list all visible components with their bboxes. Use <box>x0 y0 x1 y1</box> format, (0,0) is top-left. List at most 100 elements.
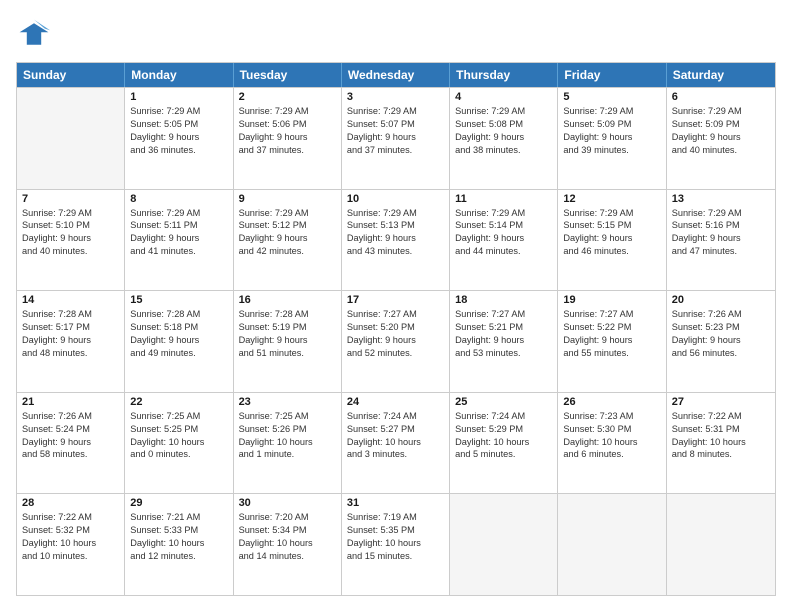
day-cell-15: 15 Sunrise: 7:28 AM Sunset: 5:18 PM Dayli… <box>125 291 233 392</box>
day-cell-24: 24 Sunrise: 7:24 AM Sunset: 5:27 PM Dayli… <box>342 393 450 494</box>
header-day-wednesday: Wednesday <box>342 63 450 87</box>
day-cell-8: 8Sunrise: 7:29 AM Sunset: 5:11 PM Daylig… <box>125 190 233 291</box>
header <box>16 16 776 52</box>
day-number: 2 <box>239 91 336 103</box>
day-info: Sunrise: 7:22 AM Sunset: 5:32 PM Dayligh… <box>22 511 119 563</box>
day-cell-22: 22 Sunrise: 7:25 AM Sunset: 5:25 PM Dayli… <box>125 393 233 494</box>
empty-cell <box>667 494 775 595</box>
day-info: Sunrise: 7:29 AM Sunset: 5:07 PM Dayligh… <box>347 105 444 157</box>
day-info: Sunrise: 7:28 AM Sunset: 5:18 PM Dayligh… <box>130 308 227 360</box>
empty-cell <box>450 494 558 595</box>
day-info: Sunrise: 7:27 AM Sunset: 5:21 PM Dayligh… <box>455 308 552 360</box>
day-info: Sunrise: 7:24 AM Sunset: 5:27 PM Dayligh… <box>347 410 444 462</box>
day-info: Sunrise: 7:29 AM Sunset: 5:14 PM Dayligh… <box>455 207 552 259</box>
logo <box>16 16 56 52</box>
day-info: Sunrise: 7:28 AM Sunset: 5:17 PM Dayligh… <box>22 308 119 360</box>
day-cell-29: 29 Sunrise: 7:21 AM Sunset: 5:33 PM Dayli… <box>125 494 233 595</box>
calendar-body: 1 Sunrise: 7:29 AM Sunset: 5:05 PM Daylig… <box>17 87 775 595</box>
header-day-monday: Monday <box>125 63 233 87</box>
logo-icon <box>16 16 52 52</box>
page: SundayMondayTuesdayWednesdayThursdayFrid… <box>0 0 792 612</box>
day-cell-27: 27 Sunrise: 7:22 AM Sunset: 5:31 PM Dayli… <box>667 393 775 494</box>
header-day-saturday: Saturday <box>667 63 775 87</box>
day-number: 21 <box>22 396 119 408</box>
day-number: 13 <box>672 193 770 205</box>
day-cell-9: 9 Sunrise: 7:29 AM Sunset: 5:12 PM Daylig… <box>234 190 342 291</box>
day-number: 24 <box>347 396 444 408</box>
day-info: Sunrise: 7:29 AM Sunset: 5:12 PM Dayligh… <box>239 207 336 259</box>
day-number: 17 <box>347 294 444 306</box>
day-info: Sunrise: 7:29 AM Sunset: 5:08 PM Dayligh… <box>455 105 552 157</box>
day-info: Sunrise: 7:29 AM Sunset: 5:06 PM Dayligh… <box>239 105 336 157</box>
day-info: Sunrise: 7:29 AM Sunset: 5:10 PM Dayligh… <box>22 207 119 259</box>
day-cell-25: 25 Sunrise: 7:24 AM Sunset: 5:29 PM Dayli… <box>450 393 558 494</box>
day-cell-19: 19Sunrise: 7:27 AM Sunset: 5:22 PM Dayli… <box>558 291 666 392</box>
calendar: SundayMondayTuesdayWednesdayThursdayFrid… <box>16 62 776 596</box>
day-cell-26: 26 Sunrise: 7:23 AM Sunset: 5:30 PM Dayli… <box>558 393 666 494</box>
empty-cell <box>17 88 125 189</box>
day-number: 28 <box>22 497 119 509</box>
day-cell-13: 13 Sunrise: 7:29 AM Sunset: 5:16 PM Dayli… <box>667 190 775 291</box>
day-cell-1: 1 Sunrise: 7:29 AM Sunset: 5:05 PM Daylig… <box>125 88 233 189</box>
day-number: 22 <box>130 396 227 408</box>
day-cell-11: 11 Sunrise: 7:29 AM Sunset: 5:14 PM Dayli… <box>450 190 558 291</box>
day-number: 9 <box>239 193 336 205</box>
day-info: Sunrise: 7:21 AM Sunset: 5:33 PM Dayligh… <box>130 511 227 563</box>
day-cell-31: 31Sunrise: 7:19 AM Sunset: 5:35 PM Dayli… <box>342 494 450 595</box>
day-cell-12: 12 Sunrise: 7:29 AM Sunset: 5:15 PM Dayli… <box>558 190 666 291</box>
day-number: 15 <box>130 294 227 306</box>
header-day-thursday: Thursday <box>450 63 558 87</box>
week-row-3: 14 Sunrise: 7:28 AM Sunset: 5:17 PM Dayli… <box>17 290 775 392</box>
header-day-friday: Friday <box>558 63 666 87</box>
week-row-1: 1 Sunrise: 7:29 AM Sunset: 5:05 PM Daylig… <box>17 87 775 189</box>
day-number: 12 <box>563 193 660 205</box>
week-row-4: 21 Sunrise: 7:26 AM Sunset: 5:24 PM Dayli… <box>17 392 775 494</box>
day-info: Sunrise: 7:25 AM Sunset: 5:25 PM Dayligh… <box>130 410 227 462</box>
day-number: 10 <box>347 193 444 205</box>
day-number: 1 <box>130 91 227 103</box>
day-number: 20 <box>672 294 770 306</box>
day-cell-4: 4 Sunrise: 7:29 AM Sunset: 5:08 PM Daylig… <box>450 88 558 189</box>
day-cell-10: 10Sunrise: 7:29 AM Sunset: 5:13 PM Dayli… <box>342 190 450 291</box>
day-info: Sunrise: 7:24 AM Sunset: 5:29 PM Dayligh… <box>455 410 552 462</box>
day-number: 31 <box>347 497 444 509</box>
day-info: Sunrise: 7:26 AM Sunset: 5:24 PM Dayligh… <box>22 410 119 462</box>
day-cell-2: 2 Sunrise: 7:29 AM Sunset: 5:06 PM Daylig… <box>234 88 342 189</box>
day-info: Sunrise: 7:29 AM Sunset: 5:16 PM Dayligh… <box>672 207 770 259</box>
day-info: Sunrise: 7:25 AM Sunset: 5:26 PM Dayligh… <box>239 410 336 462</box>
day-number: 23 <box>239 396 336 408</box>
header-day-tuesday: Tuesday <box>234 63 342 87</box>
header-day-sunday: Sunday <box>17 63 125 87</box>
day-number: 14 <box>22 294 119 306</box>
day-cell-30: 30Sunrise: 7:20 AM Sunset: 5:34 PM Dayli… <box>234 494 342 595</box>
day-cell-3: 3 Sunrise: 7:29 AM Sunset: 5:07 PM Daylig… <box>342 88 450 189</box>
day-cell-17: 17 Sunrise: 7:27 AM Sunset: 5:20 PM Dayli… <box>342 291 450 392</box>
day-number: 7 <box>22 193 119 205</box>
day-number: 30 <box>239 497 336 509</box>
day-info: Sunrise: 7:29 AM Sunset: 5:05 PM Dayligh… <box>130 105 227 157</box>
day-number: 5 <box>563 91 660 103</box>
day-cell-6: 6Sunrise: 7:29 AM Sunset: 5:09 PM Daylig… <box>667 88 775 189</box>
day-cell-21: 21 Sunrise: 7:26 AM Sunset: 5:24 PM Dayli… <box>17 393 125 494</box>
week-row-5: 28 Sunrise: 7:22 AM Sunset: 5:32 PM Dayli… <box>17 493 775 595</box>
day-number: 11 <box>455 193 552 205</box>
calendar-header: SundayMondayTuesdayWednesdayThursdayFrid… <box>17 63 775 87</box>
day-info: Sunrise: 7:27 AM Sunset: 5:20 PM Dayligh… <box>347 308 444 360</box>
day-info: Sunrise: 7:22 AM Sunset: 5:31 PM Dayligh… <box>672 410 770 462</box>
day-number: 25 <box>455 396 552 408</box>
day-number: 26 <box>563 396 660 408</box>
day-number: 27 <box>672 396 770 408</box>
day-info: Sunrise: 7:23 AM Sunset: 5:30 PM Dayligh… <box>563 410 660 462</box>
day-number: 6 <box>672 91 770 103</box>
day-info: Sunrise: 7:29 AM Sunset: 5:15 PM Dayligh… <box>563 207 660 259</box>
day-cell-14: 14 Sunrise: 7:28 AM Sunset: 5:17 PM Dayli… <box>17 291 125 392</box>
day-info: Sunrise: 7:29 AM Sunset: 5:11 PM Dayligh… <box>130 207 227 259</box>
day-number: 18 <box>455 294 552 306</box>
day-number: 3 <box>347 91 444 103</box>
day-number: 29 <box>130 497 227 509</box>
day-cell-16: 16Sunrise: 7:28 AM Sunset: 5:19 PM Dayli… <box>234 291 342 392</box>
day-cell-20: 20 Sunrise: 7:26 AM Sunset: 5:23 PM Dayli… <box>667 291 775 392</box>
day-number: 4 <box>455 91 552 103</box>
day-info: Sunrise: 7:26 AM Sunset: 5:23 PM Dayligh… <box>672 308 770 360</box>
day-info: Sunrise: 7:29 AM Sunset: 5:09 PM Dayligh… <box>563 105 660 157</box>
